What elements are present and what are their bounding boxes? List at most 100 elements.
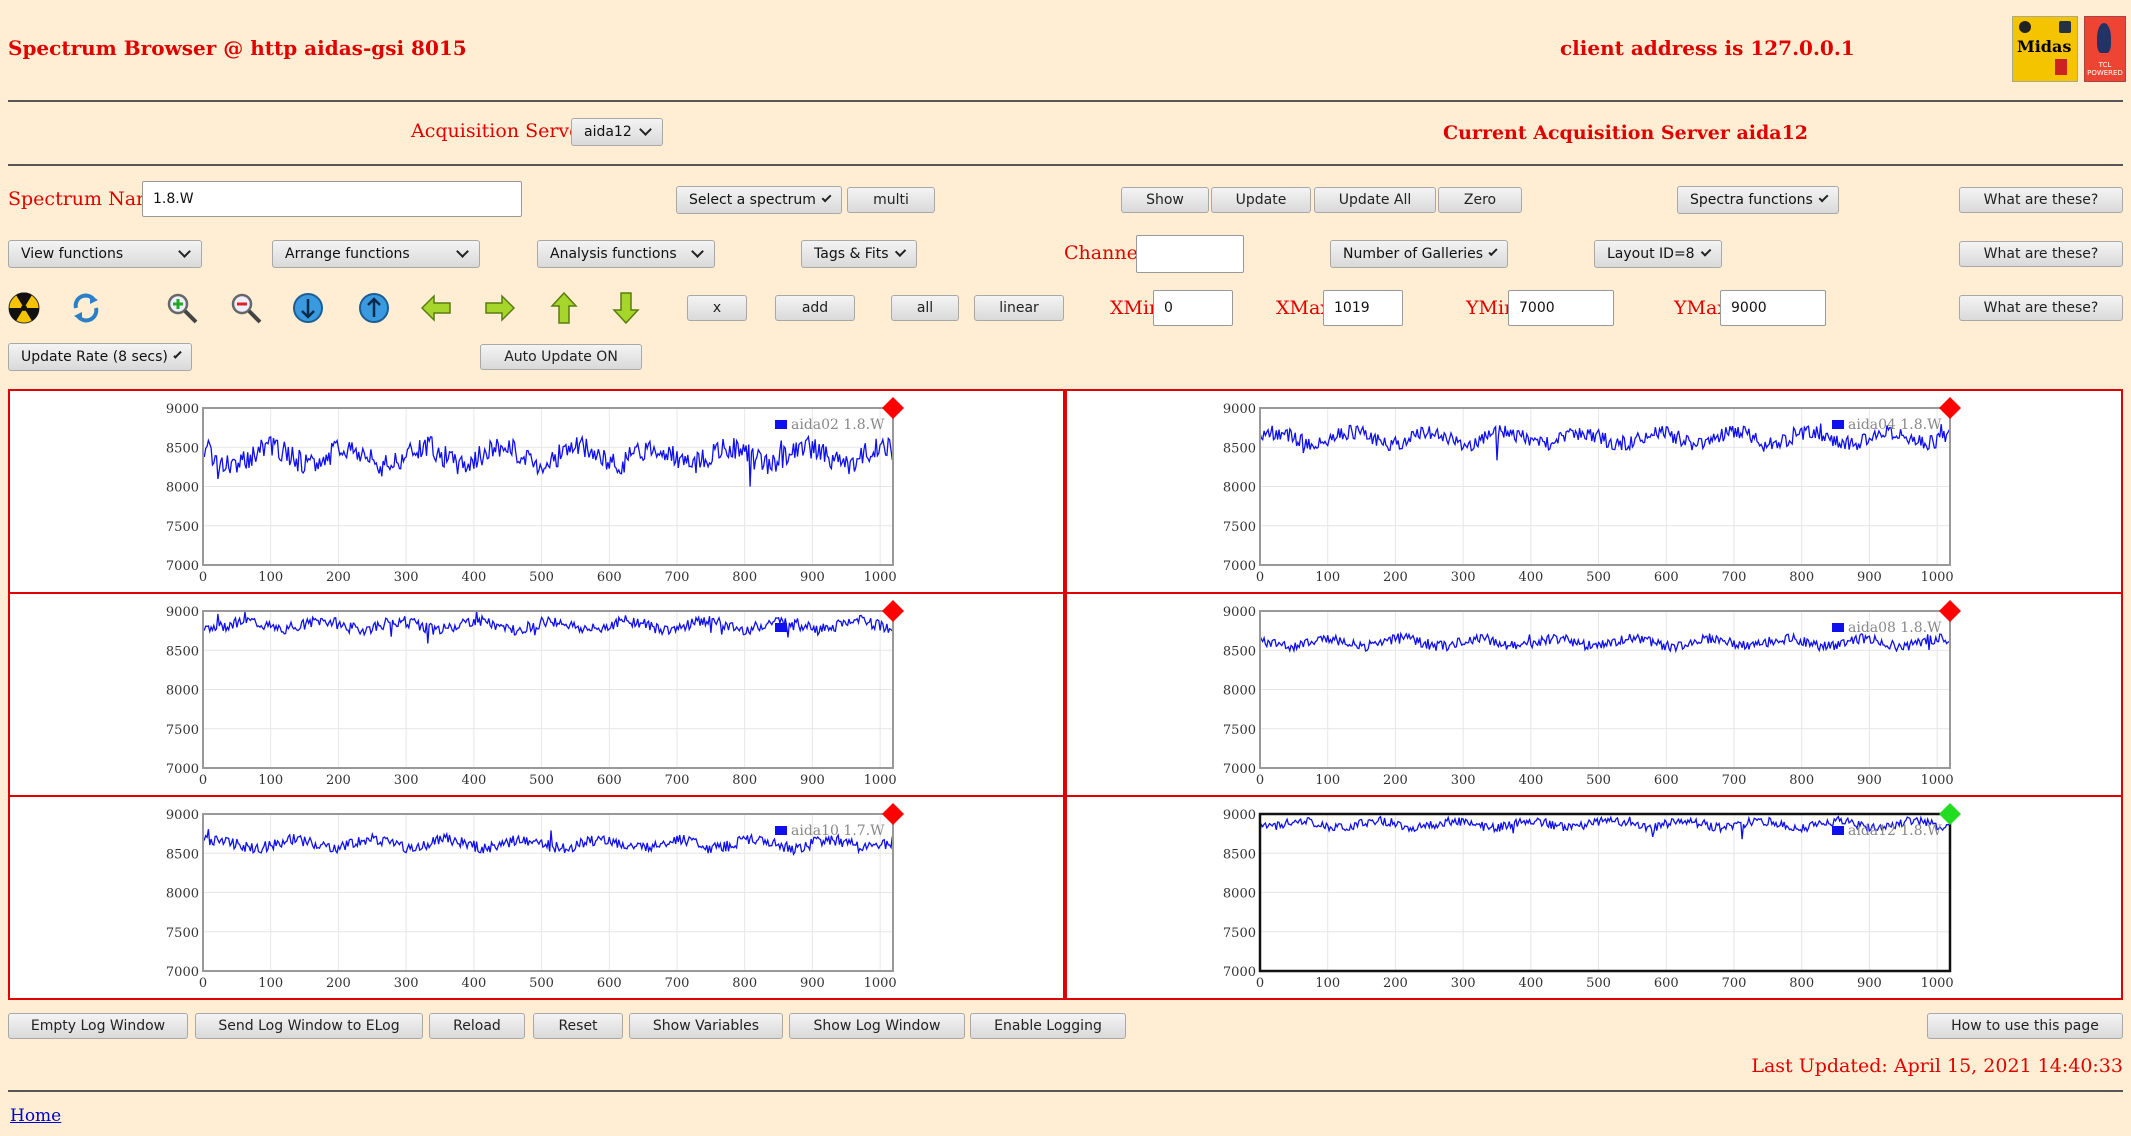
add-button[interactable]: add	[775, 295, 855, 321]
tags-fits-dropdown[interactable]: Tags & Fits	[801, 240, 917, 268]
acquisition-server-value: aida12	[584, 124, 632, 140]
x-tick-label: 900	[800, 773, 825, 788]
spectrum-panel-4[interactable]: 0 100 200 300 400 500 600 700 800 900 1000 7000 7500…	[1065, 592, 2123, 797]
divider	[8, 100, 2123, 102]
x-tick-label: 300	[1451, 570, 1476, 585]
enable-logging-button[interactable]: Enable Logging	[970, 1013, 1126, 1039]
x-tick-label: 0	[199, 976, 207, 991]
arrange-functions-dropdown[interactable]: Arrange functions	[272, 240, 480, 268]
spectra-functions-dropdown[interactable]: Spectra functions	[1677, 186, 1839, 214]
select-spectrum-dropdown[interactable]: Select a spectrum	[676, 186, 842, 214]
empty-log-button[interactable]: Empty Log Window	[8, 1013, 188, 1039]
spectrum-chart-2: 0 100 200 300 400 500 600 700 800 900 1000 7000 7500…	[1223, 397, 1961, 585]
home-link[interactable]: Home	[10, 1106, 61, 1126]
legend-label: aida02 1.8.W	[791, 417, 885, 433]
status-diamond-icon[interactable]	[882, 600, 904, 622]
arrow-up-icon[interactable]	[546, 290, 582, 326]
x-tick-label: 400	[1518, 976, 1543, 991]
spectrum-panel-3[interactable]: 0 100 200 300 400 500 600 700 800 900 1000 7000 7500…	[8, 592, 1065, 797]
show-log-window-button[interactable]: Show Log Window	[789, 1013, 965, 1039]
x-tick-label: 700	[1722, 976, 1747, 991]
how-to-use-button[interactable]: How to use this page	[1927, 1013, 2123, 1039]
x-tick-label: 100	[1315, 773, 1340, 788]
auto-update-button[interactable]: Auto Update ON	[480, 344, 642, 370]
update-all-button[interactable]: Update All	[1314, 187, 1436, 213]
tags-fits-label: Tags & Fits	[814, 246, 889, 262]
expand-y-icon[interactable]	[290, 290, 326, 326]
spectrum-panel-5[interactable]: 0 100 200 300 400 500 600 700 800 900 1000 7000 7500…	[8, 795, 1065, 1000]
x-tick-label: 800	[732, 773, 757, 788]
what-are-these-button-3[interactable]: What are these?	[1959, 295, 2123, 321]
x-tick-label: 900	[1857, 976, 1882, 991]
spectrum-name-input[interactable]: 1.8.W	[142, 181, 522, 217]
analysis-functions-dropdown[interactable]: Analysis functions	[537, 240, 715, 268]
spectrum-panel-2[interactable]: 0 100 200 300 400 500 600 700 800 900 1000 7000 7500…	[1065, 389, 2123, 594]
legend-label: aida04 1.8.W	[1848, 417, 1942, 433]
spectrum-panel-6[interactable]: 0 100 200 300 400 500 600 700 800 900 1000 7000 7500…	[1065, 795, 2123, 1000]
acquisition-server-select[interactable]: aida12	[571, 118, 663, 146]
reset-button[interactable]: Reset	[533, 1013, 623, 1039]
arrow-down-icon[interactable]	[608, 290, 644, 326]
x-tick-label: 200	[326, 976, 351, 991]
y-tick-label: 7000	[166, 559, 199, 574]
x-tick-label: 300	[394, 773, 419, 788]
what-are-these-button-1[interactable]: What are these?	[1959, 187, 2123, 213]
show-variables-button[interactable]: Show Variables	[629, 1013, 783, 1039]
multi-button[interactable]: multi	[847, 187, 935, 213]
x-tick-label: 400	[461, 976, 486, 991]
x-tick-label: 600	[1654, 976, 1679, 991]
chevron-down-icon	[691, 245, 704, 258]
zero-button[interactable]: Zero	[1438, 187, 1522, 213]
xmin-input[interactable]: 0	[1153, 290, 1233, 326]
ymin-input[interactable]: 7000	[1508, 290, 1614, 326]
show-button[interactable]: Show	[1121, 187, 1209, 213]
channel-input[interactable]	[1136, 235, 1244, 273]
x-tick-label: 1000	[1921, 570, 1954, 585]
arrow-right-icon[interactable]	[482, 290, 518, 326]
divider	[8, 164, 2123, 166]
series-line	[202, 610, 893, 644]
y-tick-label: 7500	[166, 926, 199, 941]
x-tick-label: 200	[1383, 570, 1408, 585]
refresh-icon[interactable]	[68, 290, 104, 326]
number-of-galleries-dropdown[interactable]: Number of Galleries	[1330, 240, 1508, 268]
x-tick-label: 0	[1256, 570, 1264, 585]
zoom-out-icon[interactable]	[228, 290, 264, 326]
spectrum-panel-1[interactable]: 0 100 200 300 400 500 600 700 800 900 1000 7000 7500…	[8, 389, 1065, 594]
status-diamond-icon[interactable]	[882, 397, 904, 419]
status-diamond-icon[interactable]	[1939, 803, 1961, 825]
shrink-y-icon[interactable]	[356, 290, 392, 326]
spectrum-chart-1: 0 100 200 300 400 500 600 700 800 900 1000 7000 7500…	[166, 397, 904, 585]
radiation-icon[interactable]	[6, 290, 42, 326]
tcl-logo-text: TCL POWERED	[2087, 61, 2123, 77]
zoom-in-icon[interactable]	[164, 290, 200, 326]
x-tick-label: 300	[1451, 976, 1476, 991]
status-diamond-icon[interactable]	[1939, 600, 1961, 622]
status-diamond-icon[interactable]	[1939, 397, 1961, 419]
reload-button[interactable]: Reload	[429, 1013, 525, 1039]
update-rate-dropdown[interactable]: Update Rate (8 secs)	[8, 343, 192, 371]
y-tick-label: 9000	[1223, 402, 1256, 417]
y-tick-label: 7000	[166, 762, 199, 777]
legend-swatch	[1832, 420, 1844, 429]
y-tick-label: 8500	[1223, 644, 1256, 659]
y-tick-label: 8500	[1223, 441, 1256, 456]
x-button[interactable]: x	[687, 295, 747, 321]
x-tick-label: 100	[1315, 976, 1340, 991]
send-log-button[interactable]: Send Log Window to ELog	[195, 1013, 423, 1039]
update-button[interactable]: Update	[1211, 187, 1311, 213]
chevron-down-icon	[639, 123, 652, 136]
y-tick-label: 7500	[1223, 723, 1256, 738]
view-functions-dropdown[interactable]: View functions	[8, 240, 202, 268]
all-button[interactable]: all	[891, 295, 959, 321]
x-tick-label: 100	[258, 773, 283, 788]
arrow-left-icon[interactable]	[418, 290, 454, 326]
ymax-input[interactable]: 9000	[1720, 290, 1826, 326]
spectrum-chart-6: 0 100 200 300 400 500 600 700 800 900 1000 7000 7500…	[1223, 803, 1961, 991]
what-are-these-button-2[interactable]: What are these?	[1959, 241, 2123, 267]
xmax-input[interactable]: 1019	[1323, 290, 1403, 326]
linear-button[interactable]: linear	[974, 295, 1064, 321]
x-tick-label: 800	[1789, 773, 1814, 788]
status-diamond-icon[interactable]	[882, 803, 904, 825]
layout-id-dropdown[interactable]: Layout ID=8	[1594, 240, 1722, 268]
